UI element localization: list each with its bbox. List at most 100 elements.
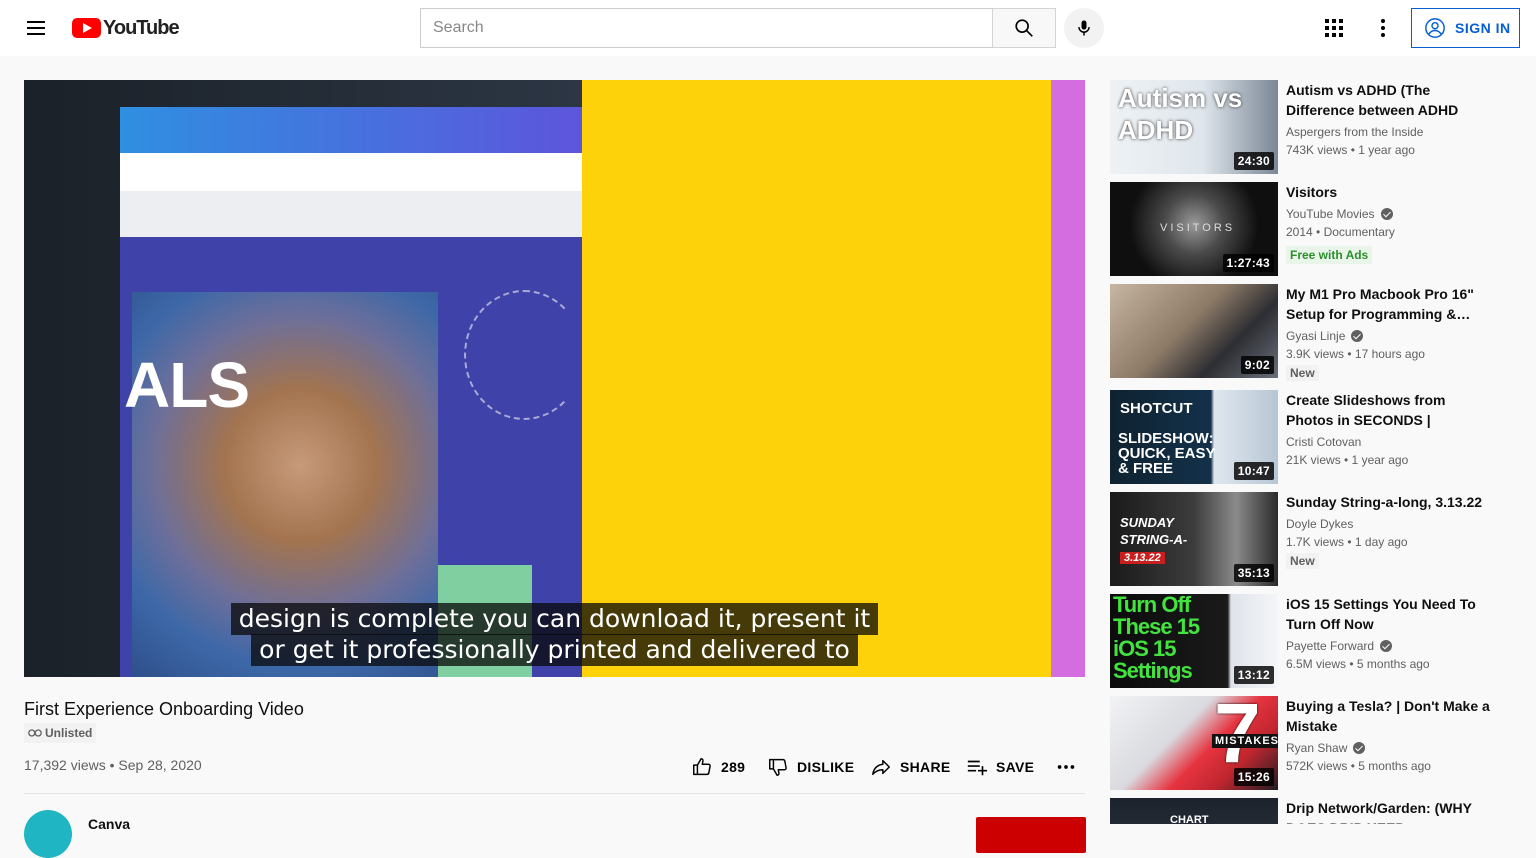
video-frame-yellow — [582, 80, 1051, 677]
duration-badge: 9:02 — [1240, 356, 1274, 374]
thumbnail-text: VISITORS — [1160, 222, 1236, 234]
recommendation-meta: 572K views • 5 months ago — [1286, 759, 1431, 773]
share-label: SHARE — [900, 759, 951, 775]
more-actions-button[interactable] — [1055, 756, 1085, 778]
recommendation-item[interactable]: Turn Off These 15 iOS 15 Settings 13:12 … — [1110, 594, 1510, 688]
recommendation-item[interactable]: SUNDAY STRING-A-LONG 3.13.22 35:13 Sunda… — [1110, 492, 1510, 586]
recommendation-channel: YouTube Movies — [1286, 207, 1393, 221]
more-horizontal-icon — [1057, 765, 1075, 769]
verified-check-icon — [1351, 330, 1364, 342]
recommendation-channel: Ryan Shaw — [1286, 741, 1366, 755]
recommendation-item[interactable]: CHART Drip Network/Garden: (WHY DOES DRI… — [1110, 798, 1510, 824]
recommendation-item[interactable]: SHOTCUT SLIDESHOW: QUICK, EASY & FREE 10… — [1110, 390, 1510, 484]
recommendation-title[interactable]: iOS 15 Settings You Need To Turn Off Now — [1286, 594, 1496, 634]
dislike-button[interactable]: DISLIKE — [767, 756, 854, 778]
caption-line: design is complete you can download it, … — [230, 603, 879, 635]
view-count: 17,392 views — [24, 757, 106, 773]
recommendation-item[interactable]: 9:02 My M1 Pro Macbook Pro 16" Setup for… — [1110, 284, 1510, 381]
apps-grid-icon[interactable] — [1322, 16, 1346, 40]
duration-badge: 15:26 — [1233, 768, 1274, 786]
settings-more-icon[interactable] — [1372, 16, 1394, 40]
account-circle-icon — [1425, 18, 1445, 38]
sign-in-button[interactable]: SIGN IN — [1411, 8, 1520, 48]
logo-text: YouTube — [103, 16, 180, 39]
duration-badge: 35:13 — [1233, 564, 1274, 582]
voice-search-button[interactable] — [1064, 8, 1104, 48]
recommendation-channel: Cristi Cotovan — [1286, 435, 1362, 449]
search-box — [420, 8, 993, 48]
thumbnail-text: MISTAKES — [1212, 734, 1278, 748]
recommendation-channel: Gyasi Linje — [1286, 329, 1364, 343]
recommendation-item[interactable]: VISITORS 1:27:43 Visitors YouTube Movies… — [1110, 182, 1510, 276]
channel-name[interactable]: Canva — [88, 816, 130, 832]
caption-line-2-wrap: or get it professionally printed and del… — [24, 634, 1085, 666]
caption-line-1-wrap: design is complete you can download it, … — [24, 603, 1085, 635]
dislike-label: DISLIKE — [797, 759, 855, 775]
recommendation-meta: 21K views • 1 year ago — [1286, 453, 1409, 467]
recommendation-channel: Doyle Dykes — [1286, 517, 1354, 531]
recommendation-channel: Payette Forward — [1286, 639, 1393, 653]
video-stats: 17,392 views • Sep 28, 2020 — [24, 757, 202, 773]
new-badge: New — [1286, 553, 1319, 569]
verified-check-icon — [1380, 208, 1393, 220]
menu-icon[interactable] — [24, 18, 48, 38]
unlisted-badge: Unlisted — [24, 723, 97, 743]
recommendation-title[interactable]: Autism vs ADHD (The Difference between A… — [1286, 80, 1496, 120]
video-thumbnail[interactable]: SUNDAY STRING-A-LONG 3.13.22 35:13 — [1110, 492, 1278, 586]
recommendation-meta: 2014 • Documentary — [1286, 225, 1395, 239]
video-thumbnail[interactable]: Autism vs ADHD 24:30 — [1110, 80, 1278, 174]
microphone-icon — [1078, 20, 1090, 36]
channel-avatar[interactable] — [24, 810, 72, 858]
subscribe-button[interactable] — [976, 817, 1086, 853]
search-button[interactable] — [992, 8, 1056, 48]
upload-date: Sep 28, 2020 — [118, 757, 202, 773]
video-thumbnail[interactable]: CHART — [1110, 798, 1278, 824]
search-input[interactable] — [421, 9, 993, 47]
thumbnail-text: SLIDESHOW: QUICK, EASY & FREE — [1118, 430, 1216, 477]
video-thumbnail[interactable]: 7 MISTAKES 15:26 — [1110, 696, 1278, 790]
verified-check-icon — [1353, 742, 1366, 754]
free-with-ads-badge: Free with Ads — [1286, 246, 1373, 264]
video-player[interactable]: ALS design is complete you can download … — [24, 80, 1085, 677]
caption-line: or get it professionally printed and del… — [251, 634, 858, 666]
like-button-wrap: 289 — [691, 753, 745, 781]
divider — [24, 793, 1085, 794]
video-title: First Experience Onboarding Video — [24, 699, 304, 719]
video-thumbnail[interactable]: VISITORS 1:27:43 — [1110, 182, 1278, 276]
duration-badge: 1:27:43 — [1222, 254, 1274, 272]
save-button[interactable]: SAVE — [966, 756, 1034, 778]
playlist-add-icon — [967, 760, 988, 776]
duration-badge: 24:30 — [1233, 152, 1274, 170]
share-icon — [872, 759, 890, 776]
recommendation-meta: 743K views • 1 year ago — [1286, 143, 1415, 157]
recommendation-title[interactable]: My M1 Pro Macbook Pro 16" Setup for Prog… — [1286, 284, 1496, 324]
masthead: YouTube SIGN IN — [0, 0, 1536, 56]
duration-badge: 13:12 — [1233, 666, 1274, 684]
unlisted-label: Unlisted — [45, 726, 93, 740]
recommendation-title[interactable]: Drip Network/Garden: (WHY DOES DRIP KEEP… — [1286, 798, 1496, 824]
recommendation-title[interactable]: Create Slideshows from Photos in SECONDS… — [1286, 390, 1496, 430]
recommendation-item[interactable]: 7 MISTAKES 15:26 Buying a Tesla? | Don't… — [1110, 696, 1510, 790]
thumbs-down-icon — [769, 758, 787, 776]
recommendation-item[interactable]: Autism vs ADHD 24:30 Autism vs ADHD (The… — [1110, 80, 1510, 174]
share-button[interactable]: SHARE — [870, 756, 951, 778]
like-button[interactable]: 289 — [691, 756, 745, 778]
recommendation-meta: 3.9K views • 17 hours ago — [1286, 347, 1425, 361]
video-thumbnail[interactable]: 9:02 — [1110, 284, 1278, 378]
video-frame-pink — [1051, 80, 1085, 677]
thumbs-up-icon — [693, 758, 711, 776]
thumbnail-text: Autism vs ADHD — [1118, 83, 1243, 145]
sale-ring-graphic — [464, 290, 584, 420]
search-icon — [1015, 19, 1033, 37]
recommendation-title[interactable]: Visitors — [1286, 182, 1496, 202]
youtube-play-icon — [72, 18, 101, 38]
thumbnail-text: Turn Off These 15 iOS 15 Settings — [1113, 594, 1200, 683]
video-thumbnail[interactable]: Turn Off These 15 iOS 15 Settings 13:12 — [1110, 594, 1278, 688]
video-frame-text: ALS — [124, 349, 250, 421]
duration-badge: 10:47 — [1233, 462, 1274, 480]
recommendation-title[interactable]: Sunday String-a-long, 3.13.22 — [1286, 492, 1496, 512]
youtube-logo[interactable]: YouTube — [72, 16, 180, 39]
thumbnail-text: 3.13.22 — [1120, 552, 1165, 564]
recommendation-title[interactable]: Buying a Tesla? | Don't Make a Mistake — [1286, 696, 1496, 736]
video-thumbnail[interactable]: SHOTCUT SLIDESHOW: QUICK, EASY & FREE 10… — [1110, 390, 1278, 484]
